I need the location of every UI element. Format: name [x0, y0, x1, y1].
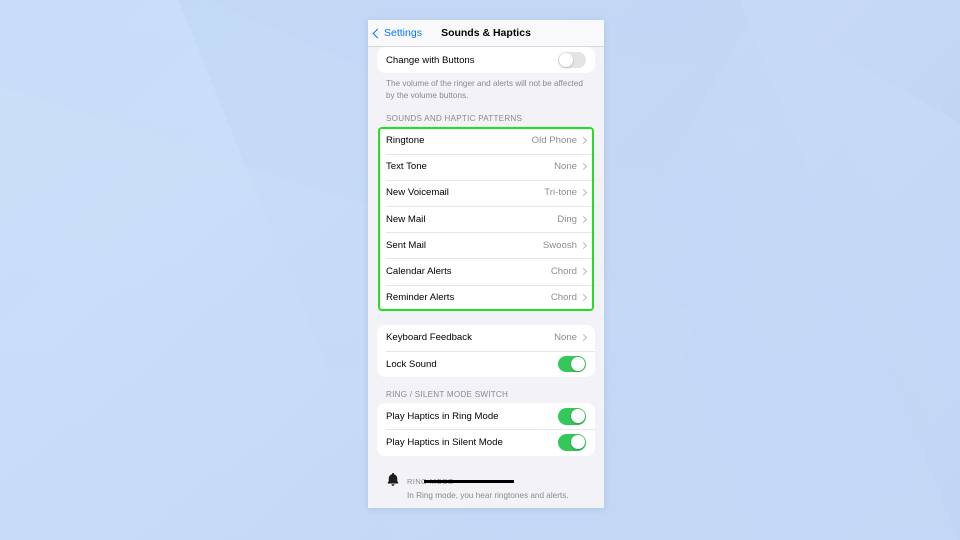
chevron-right-icon [579, 189, 588, 197]
ring-mode-description: In Ring mode, you hear ringtones and ale… [407, 490, 569, 500]
chevron-right-icon [579, 294, 588, 302]
navigation-bar: Settings Sounds & Haptics [368, 20, 604, 47]
keyboard-and-lock-card: Keyboard Feedback None Lock Sound [377, 324, 595, 378]
row-reminder-alerts[interactable]: Reminder Alerts Chord [377, 284, 595, 311]
chevron-right-icon [579, 334, 588, 342]
row-value: None [554, 161, 577, 173]
row-label: Reminder Alerts [386, 292, 455, 304]
bell-icon [386, 472, 400, 492]
row-value: Chord [550, 292, 577, 304]
row-label: Keyboard Feedback [386, 332, 472, 344]
row-new-voicemail[interactable]: New Voicemail Tri-tone [377, 179, 595, 206]
row-label: Change with Buttons [386, 54, 475, 66]
row-lock-sound[interactable]: Lock Sound [377, 350, 595, 377]
row-label: Calendar Alerts [386, 266, 452, 277]
phone-screen: Settings Sounds & Haptics Change with Bu… [368, 20, 604, 508]
sounds-and-haptic-patterns-card: Ringtone Old Phone Text Tone None New Vo… [377, 127, 595, 311]
volume-footnote: The volume of the ringer and alerts will… [386, 79, 583, 100]
row-label: Play Haptics in Ring Mode [386, 410, 499, 422]
row-label: Ringtone [386, 135, 425, 147]
ring-mode-banner: RING MODE In Ring mode, you hear rington… [377, 467, 595, 500]
play-haptics-ring-mode-toggle[interactable] [558, 408, 586, 425]
chevron-right-icon [579, 241, 588, 249]
row-label: New Mail [386, 213, 426, 225]
section-header-sounds: SOUNDS AND HAPTIC PATTERNS [386, 114, 523, 124]
chevron-right-icon [579, 163, 588, 171]
toggle-knob [559, 53, 574, 68]
chevron-left-icon [372, 28, 383, 38]
chevron-right-icon [579, 267, 588, 276]
row-value: Old Phone [531, 135, 577, 147]
section-header-ring-silent: RING / SILENT MODE SWITCH [386, 390, 509, 400]
lock-sound-toggle[interactable] [558, 355, 586, 373]
row-value: Tri-tone [544, 187, 577, 199]
settings-scroll-area[interactable]: Change with Buttons The volume of the ri… [368, 47, 604, 508]
back-button-label: Settings [384, 27, 422, 39]
row-calendar-alerts[interactable]: Calendar Alerts Chord [377, 258, 595, 284]
chevron-right-icon [579, 215, 588, 223]
row-play-haptics-silent-mode[interactable]: Play Haptics in Silent Mode [377, 429, 595, 455]
row-value: Swoosh [542, 239, 577, 251]
row-play-haptics-ring-mode[interactable]: Play Haptics in Ring Mode [377, 403, 595, 429]
row-label: Text Tone [386, 161, 427, 173]
toggle-knob [570, 357, 585, 371]
row-new-mail[interactable]: New Mail Ding [377, 206, 595, 232]
row-label: New Voicemail [386, 187, 449, 199]
chevron-right-icon [579, 137, 588, 145]
ring-mode-text: RING MODE In Ring mode, you hear rington… [407, 471, 586, 500]
row-label: Lock Sound [386, 358, 437, 370]
row-sent-mail[interactable]: Sent Mail Swoosh [377, 232, 595, 258]
row-ringtone[interactable]: Ringtone Old Phone [377, 127, 595, 153]
row-keyboard-feedback[interactable]: Keyboard Feedback None [377, 325, 595, 351]
row-change-with-buttons[interactable]: Change with Buttons [377, 47, 595, 73]
row-value: Ding [557, 213, 577, 225]
ring-silent-mode-card: Play Haptics in Ring Mode Play Haptics i… [377, 403, 595, 456]
row-label: Sent Mail [386, 239, 426, 251]
row-value: Chord [550, 266, 577, 277]
toggle-knob [570, 435, 585, 450]
back-button[interactable]: Settings [372, 27, 422, 39]
row-value: None [554, 332, 577, 344]
toggle-knob [570, 409, 585, 424]
row-label: Play Haptics in Silent Mode [386, 436, 503, 448]
play-haptics-silent-mode-toggle[interactable] [558, 434, 586, 451]
row-text-tone[interactable]: Text Tone None [377, 153, 595, 180]
change-with-buttons-toggle[interactable] [558, 51, 586, 69]
volume-settings-card: Change with Buttons [377, 47, 595, 74]
redaction-bar [424, 480, 514, 484]
